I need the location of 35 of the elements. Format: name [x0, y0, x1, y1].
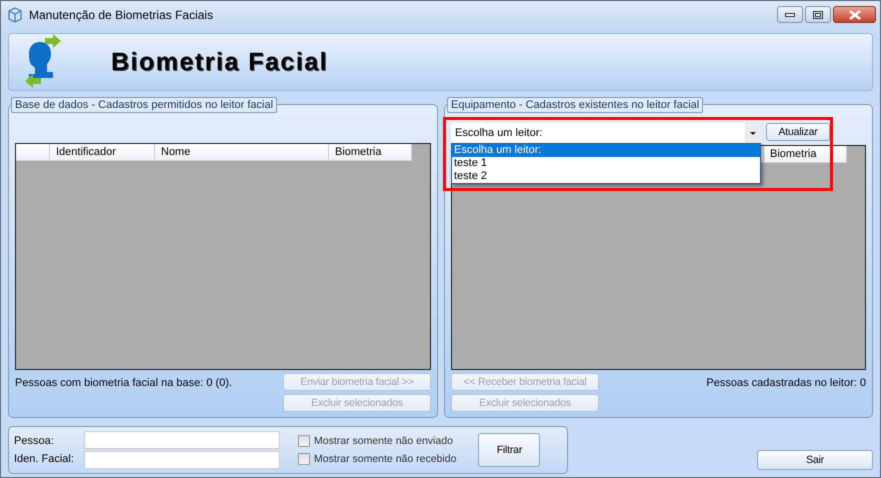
input-field[interactable] [84, 451, 280, 469]
checkbox-label: Mostrar somente não enviado [314, 435, 453, 447]
input-field[interactable] [84, 431, 280, 449]
count-label: Pessoas cadastradas no leitor: 0 [706, 377, 866, 391]
maximize-button[interactable] [805, 6, 831, 23]
close-button[interactable] [833, 6, 876, 23]
column-header [16, 144, 50, 161]
minimize-icon [785, 12, 795, 16]
dropdown-value: Escolha um leitor: [455, 127, 542, 139]
head-arrows-icon [23, 34, 63, 90]
checkbox-label: Mostrar somente não recebido [314, 453, 456, 465]
group-title: Base de dados - Cadastros permitidos no leitor facial [11, 97, 278, 113]
checkbox[interactable] [298, 435, 310, 447]
column-header: Biometria [764, 146, 847, 163]
banner-title: Biometria Facial [111, 48, 328, 76]
maximize-icon [813, 10, 823, 18]
count-label: Pessoas com biometria facial na base: 0 (0). [15, 377, 232, 391]
field-label: Iden. Facial: [14, 453, 75, 465]
group-title: Equipamento - Cadastros existentes no leitor facial [447, 97, 704, 113]
cube-icon [7, 7, 23, 23]
close-icon [848, 10, 860, 20]
dropdown-option[interactable]: teste 1 [452, 157, 760, 170]
column-header: Identificador [50, 144, 155, 161]
exit-button[interactable]: Sair [757, 450, 873, 470]
checkbox[interactable] [298, 453, 310, 465]
field-label: Pessoa: [14, 435, 55, 447]
dropdown-option[interactable]: teste 2 [452, 170, 760, 183]
minimize-button[interactable] [777, 6, 803, 23]
column-header: Nome [155, 144, 329, 161]
refresh-button[interactable]: Atualizar [766, 123, 830, 141]
column-header: Biometria [329, 144, 412, 161]
dropdown-option[interactable]: Escolha um leitor: [452, 144, 760, 157]
window-title: Manutenção de Biometrias Faciais [29, 8, 214, 22]
filter-button[interactable]: Filtrar [478, 433, 540, 467]
caret-icon [745, 123, 761, 143]
